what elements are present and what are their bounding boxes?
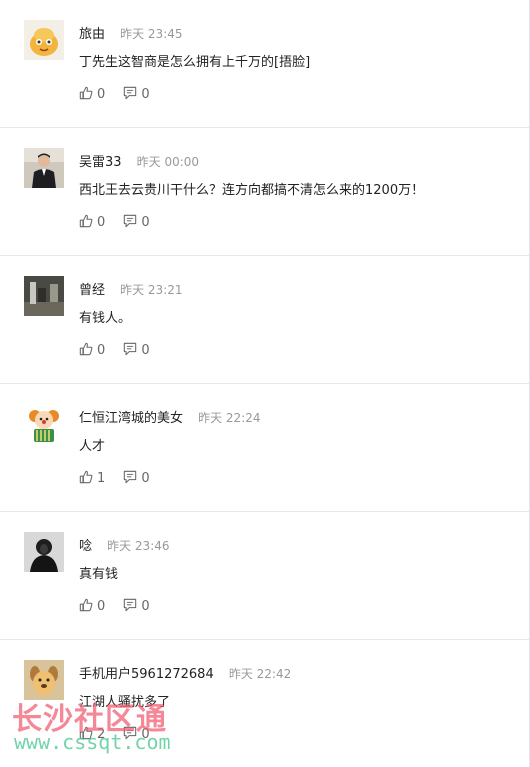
dark-portrait-avatar-icon [24,532,64,572]
username[interactable]: 手机用户5961272684 [79,667,214,682]
avatar[interactable] [24,276,64,316]
like-button[interactable]: 0 [79,86,105,103]
comment-icon [124,598,137,612]
like-count: 1 [97,471,106,486]
username[interactable]: 吴雷33 [79,155,122,170]
reply-count: 0 [141,471,150,486]
comment-actions: 0 0 [79,86,164,102]
comment-text: 江湖人骚扰多了 [79,695,171,710]
username[interactable]: 曾经 [79,283,105,298]
reply-button[interactable]: 0 [123,726,150,743]
username[interactable]: 仁恒江湾城的美女 [79,411,183,426]
comment-actions: 0 0 [79,214,164,230]
comment-actions: 2 0 [79,726,164,742]
reply-button[interactable]: 0 [123,214,150,231]
like-button[interactable]: 1 [79,470,105,487]
like-button[interactable]: 0 [79,598,105,615]
comment-text: 有钱人。 [79,311,132,326]
comment-meta: 仁恒江湾城的美女 昨天 22:24 [79,408,261,426]
comment-item: 唸 昨天 23:46 真有钱 0 0 [0,512,529,640]
reply-button[interactable]: 0 [123,598,150,615]
reply-count: 0 [141,87,150,102]
comment-item: 仁恒江湾城的美女 昨天 22:24 人才 1 0 [0,384,529,512]
clown-cartoon-avatar-icon [24,404,64,444]
reply-button[interactable]: 0 [123,86,150,103]
comment-meta: 唸 昨天 23:46 [79,536,170,554]
like-count: 2 [97,727,106,742]
comment-item: 吴雷33 昨天 00:00 西北王去云贵川干什么？连方向都搞不清怎么来的1200… [0,128,529,256]
comment-icon [124,214,137,228]
comment-meta: 曾经 昨天 23:21 [79,280,183,298]
reply-count: 0 [141,215,150,230]
dog-cartoon-avatar-icon [24,660,64,700]
username[interactable]: 旅由 [79,27,105,42]
thumbs-up-icon [79,342,93,356]
timestamp: 昨天 23:45 [120,27,183,41]
reply-count: 0 [141,599,150,614]
comment-actions: 0 0 [79,342,164,358]
comment-meta: 吴雷33 昨天 00:00 [79,152,199,170]
comment-item: 曾经 昨天 23:21 有钱人。 0 0 [0,256,529,384]
comment-icon [124,86,137,100]
comment-item: 旅由 昨天 23:45 丁先生这智商是怎么拥有上千万的[捂脸] 0 0 [0,0,529,128]
comment-actions: 1 0 [79,470,164,486]
reply-count: 0 [141,343,150,358]
like-count: 0 [97,87,106,102]
man-in-suit-avatar-icon [24,148,64,188]
timestamp: 昨天 22:42 [228,667,292,681]
dark-room-avatar-icon [24,276,64,316]
reply-count: 0 [141,727,150,742]
avatar[interactable] [24,148,64,188]
like-button[interactable]: 0 [79,342,105,359]
avatar[interactable] [24,404,64,444]
comment-item: 手机用户5961272684 昨天 22:42 江湖人骚扰多了 2 0 [0,640,529,767]
comment-icon [124,342,137,356]
thumbs-up-icon [79,598,93,612]
comment-text: 人才 [79,439,106,454]
avatar[interactable] [24,660,64,700]
like-count: 0 [97,599,106,614]
avatar[interactable] [24,20,64,60]
username[interactable]: 唸 [79,539,92,554]
thumbs-up-icon [79,726,93,740]
comment-icon [124,726,137,740]
bread-cartoon-avatar-icon [24,20,64,60]
timestamp: 昨天 23:46 [107,539,170,553]
comment-list: 旅由 昨天 23:45 丁先生这智商是怎么拥有上千万的[捂脸] 0 0 吴雷33… [0,0,530,767]
comment-icon [124,470,137,484]
thumbs-up-icon [79,214,93,228]
reply-button[interactable]: 0 [123,342,150,359]
thumbs-up-icon [79,86,93,100]
comment-actions: 0 0 [79,598,164,614]
like-count: 0 [97,343,106,358]
avatar[interactable] [24,532,64,572]
like-button[interactable]: 2 [79,726,105,743]
reply-button[interactable]: 0 [123,470,150,487]
timestamp: 昨天 23:21 [120,283,183,297]
comment-text: 真有钱 [79,567,119,582]
comment-meta: 旅由 昨天 23:45 [79,24,183,42]
thumbs-up-icon [79,470,93,484]
like-button[interactable]: 0 [79,214,105,231]
timestamp: 昨天 22:24 [198,411,261,425]
timestamp: 昨天 00:00 [136,155,200,169]
comment-meta: 手机用户5961272684 昨天 22:42 [79,664,291,682]
like-count: 0 [97,215,106,230]
comment-text: 丁先生这智商是怎么拥有上千万的[捂脸] [79,55,311,70]
comment-text: 西北王去云贵川干什么？连方向都搞不清怎么来的1200万！ [79,183,425,198]
